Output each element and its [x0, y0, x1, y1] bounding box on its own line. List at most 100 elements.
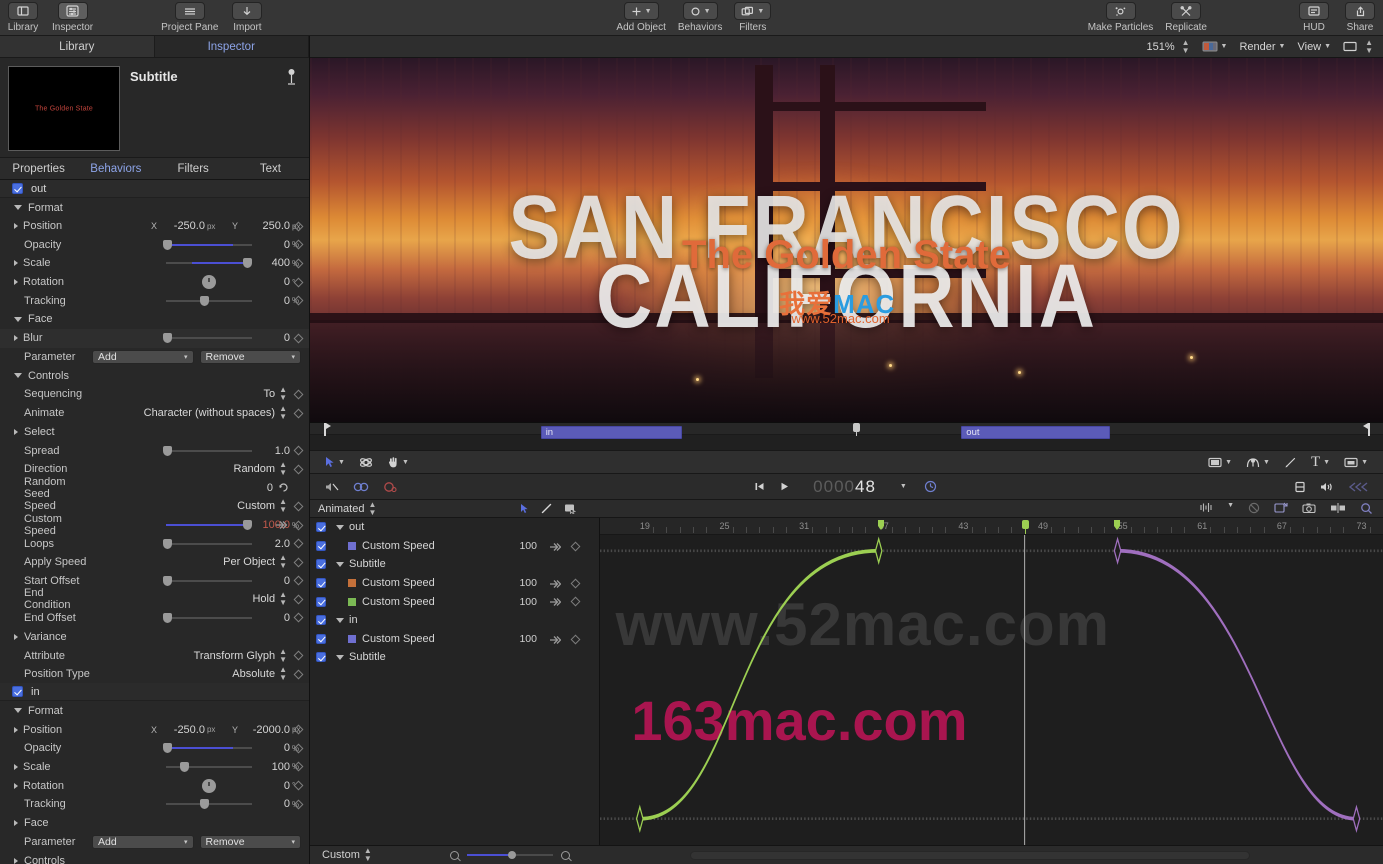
keyframe-point-1-0[interactable]	[1114, 539, 1120, 563]
parameter-row-opacity[interactable]: Opacity0%	[0, 739, 309, 758]
chevron-down-icon[interactable]: ▼	[338, 459, 345, 466]
keyframe-track-row[interactable]: out	[310, 518, 599, 537]
parameter-value[interactable]: 0	[267, 482, 273, 494]
track-value[interactable]: 100	[519, 577, 537, 589]
disclosure-triangle-icon[interactable]	[14, 858, 18, 864]
toolbar-behaviors-button[interactable]: ▼ Behaviors	[672, 0, 728, 33]
disclosure-triangle-icon[interactable]	[14, 373, 22, 378]
timecode-chevron-down-icon[interactable]: ▼	[900, 483, 907, 490]
parameter-value-y[interactable]: -2000.0	[244, 724, 290, 736]
parameter-row-rotation[interactable]: Rotation0°	[0, 273, 309, 292]
make-particles-button-face[interactable]	[1106, 2, 1136, 20]
chevron-down-icon[interactable]: ▼	[1361, 459, 1368, 466]
keyframe-point-1-1[interactable]	[1353, 807, 1359, 831]
curve-set-selector[interactable]: Animated ▲▼	[310, 501, 510, 517]
section-header-format[interactable]: Format	[0, 701, 309, 720]
keyframe-nav-arrow-icon[interactable]	[275, 520, 287, 530]
toolbar-inspector-button[interactable]: Inspector	[46, 0, 99, 33]
stepper-icon[interactable]: ▲▼	[1182, 39, 1190, 55]
timecode-field[interactable]: 000048	[813, 477, 876, 497]
keyframe-curve-graph[interactable]: 19253137434955616773 www.52mac.com 163ma…	[600, 518, 1383, 845]
layout-control[interactable]: ▲▼	[1343, 39, 1373, 55]
chevron-down-icon[interactable]: ▾	[291, 838, 295, 846]
add-parameter-dropdown[interactable]: Add▾	[92, 350, 194, 364]
collapse-button[interactable]	[1341, 481, 1375, 493]
behaviors-button-face[interactable]: ▼	[683, 2, 718, 20]
slider-knob[interactable]	[163, 743, 172, 753]
stepper-icon[interactable]: ▲▼	[364, 847, 372, 863]
disclosure-triangle-icon[interactable]	[14, 783, 18, 789]
parameter-value-x[interactable]: -250.0	[163, 724, 205, 736]
parameter-popup[interactable]: Character (without spaces)▲▼	[92, 405, 305, 421]
timeline-zoom-slider[interactable]	[467, 850, 553, 860]
parameter-popup[interactable]: Per Object▲▼	[92, 554, 305, 570]
disclosure-triangle-icon[interactable]	[14, 764, 18, 770]
shape-tool[interactable]: ▼	[1201, 457, 1239, 468]
parameter-subsection-variance[interactable]: Variance	[0, 627, 309, 646]
disclosure-triangle-icon[interactable]	[14, 223, 18, 229]
canvas-viewer[interactable]: SAN FRANCISCO CALIFORNIA The Golden Stat…	[310, 58, 1383, 422]
curve-path-0[interactable]	[640, 551, 879, 819]
behavior-group-in[interactable]: in	[0, 683, 309, 701]
track-enable-checkbox[interactable]	[316, 634, 326, 644]
add-object-button-face[interactable]: ▼	[624, 2, 659, 20]
toolbar-add-object-button[interactable]: ▼ Add Object	[610, 0, 671, 33]
search-icon[interactable]	[1360, 502, 1373, 515]
keyframe-point-0-0[interactable]	[637, 807, 643, 831]
mini-timeline-lane[interactable]	[310, 435, 1383, 450]
horizontal-scrollbar[interactable]	[690, 851, 1250, 860]
arrow-cursor-icon[interactable]	[520, 503, 529, 514]
keyframe-track-row[interactable]: Subtitle	[310, 555, 599, 574]
parameter-row-scale[interactable]: Scale400%	[0, 254, 309, 273]
preview-thumbnail[interactable]: The Golden State	[8, 66, 120, 151]
parameter-row-apply-speed[interactable]: Apply SpeedPer Object▲▼	[0, 553, 309, 572]
replicate-button-face[interactable]	[1171, 2, 1201, 20]
record-button[interactable]	[376, 481, 404, 493]
waveform-icon[interactable]	[1199, 502, 1213, 515]
pan-tool[interactable]: ▼	[380, 456, 416, 469]
ruler-marker-out-point[interactable]	[1118, 520, 1121, 531]
add-parameter-dropdown[interactable]: Add▾	[92, 835, 194, 849]
behavior-enable-checkbox[interactable]	[12, 686, 23, 697]
stepper-icon[interactable]: ▲▼	[1365, 39, 1373, 55]
filters-button-face[interactable]: ▼	[734, 2, 771, 20]
color-channel-control[interactable]: ▼	[1202, 41, 1228, 52]
toolbar-import-button[interactable]: Import	[224, 0, 270, 33]
track-enable-checkbox[interactable]	[316, 652, 326, 662]
parameter-row-position-type[interactable]: Position TypeAbsolute▲▼	[0, 665, 309, 684]
behavior-bar-in[interactable]: in	[541, 426, 683, 439]
track-enable-checkbox[interactable]	[316, 578, 326, 588]
parameter-row-scale[interactable]: Scale100%	[0, 758, 309, 777]
parameter-slider[interactable]	[166, 444, 252, 458]
chevron-down-icon[interactable]: ▼	[704, 8, 711, 15]
track-enable-checkbox[interactable]	[316, 541, 326, 551]
keyframe-nav-arrow-icon[interactable]	[549, 635, 561, 645]
chevron-down-icon[interactable]: ▼	[1221, 43, 1228, 50]
parameter-row-rotation[interactable]: Rotation0°	[0, 776, 309, 795]
toolbar-hud-button[interactable]: HUD	[1291, 0, 1337, 33]
parameter-list[interactable]: outFormatPositionX-250.0pxY250.0pxOpacit…	[0, 180, 309, 864]
parameter-slider[interactable]	[166, 256, 252, 270]
disclosure-triangle-icon[interactable]	[14, 820, 18, 826]
parameter-value[interactable]: 2.0	[256, 538, 290, 550]
parameter-value[interactable]: 0	[256, 239, 290, 251]
toolbar-project-pane-button[interactable]: Project Pane	[155, 0, 224, 33]
film-strip-button[interactable]	[1287, 481, 1313, 493]
parameter-slider[interactable]	[166, 760, 252, 774]
stepper-icon[interactable]: ▲▼	[279, 648, 287, 664]
chevron-down-icon[interactable]: ▼	[1324, 43, 1331, 50]
parameter-row-opacity[interactable]: Opacity0%	[0, 236, 309, 255]
slider-knob[interactable]	[163, 539, 172, 549]
track-enable-checkbox[interactable]	[316, 559, 326, 569]
section-header-face[interactable]: Face	[0, 813, 309, 832]
parameter-value[interactable]: 0	[256, 276, 290, 288]
paint-tool[interactable]	[1277, 456, 1304, 469]
hud-button-face[interactable]	[1299, 2, 1329, 20]
disclosure-triangle-icon[interactable]	[336, 655, 344, 660]
behavior-enable-checkbox[interactable]	[12, 183, 23, 194]
parameter-popup[interactable]: Random▲▼	[92, 461, 305, 477]
render-menu[interactable]: Render ▼	[1239, 41, 1285, 53]
inspector-button-face[interactable]	[58, 2, 88, 20]
snap-icon[interactable]	[1274, 502, 1288, 515]
parameter-slider[interactable]	[166, 797, 252, 811]
